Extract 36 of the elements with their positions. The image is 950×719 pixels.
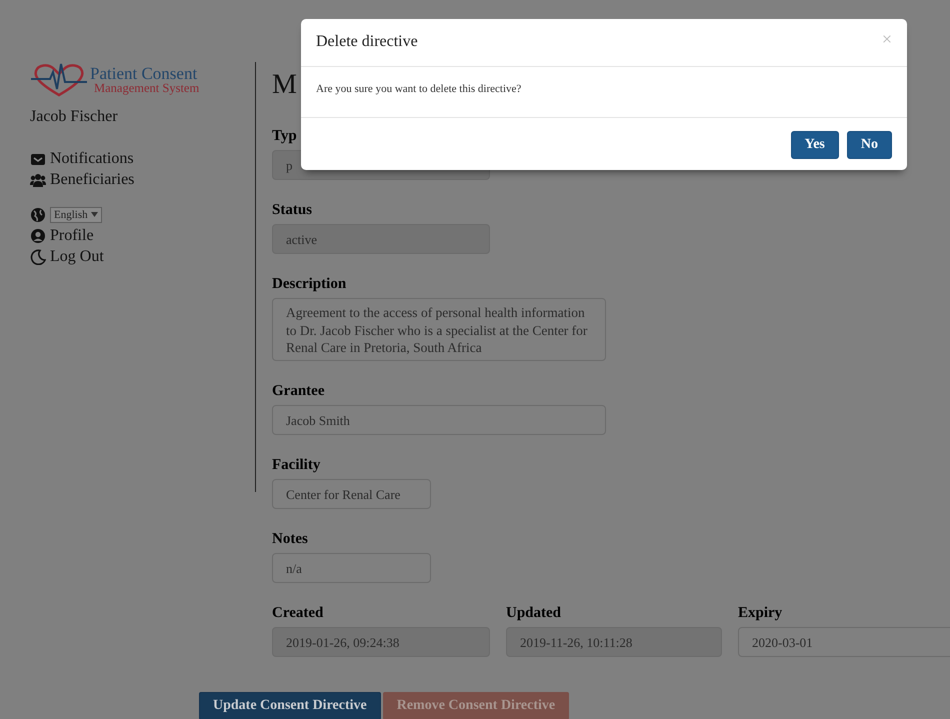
input-field[interactable]: n/a [272,553,431,583]
input-field[interactable]: 2020-03-01 [738,627,950,657]
field-label: Status [272,201,312,219]
nav-link[interactable]: Profile [50,226,94,244]
action-button[interactable]: Remove Consent Directive [382,692,570,719]
dialog-button[interactable]: Yes [790,131,839,159]
caret-icon [90,212,98,217]
heart-pulse-icon [30,62,88,98]
moon-icon [30,248,46,264]
dialog-button[interactable]: No [846,131,892,159]
field-label: Updated [506,604,562,622]
people-icon [30,172,46,188]
field-label: Notes [272,530,308,548]
language-select[interactable]: English [50,206,102,222]
nav-link[interactable]: Notifications [50,150,134,168]
field-label: Description [272,275,346,293]
user-circle-icon [30,228,46,244]
dialog-title: Delete directive [316,33,418,52]
close-button[interactable]: × [882,29,892,49]
input-field[interactable]: Jacob Smith [272,405,606,435]
nav-link[interactable]: Log Out [50,248,104,266]
text-area[interactable]: Agreement to the access of personal health information to Dr. Jacob Fischer who is a specialist at the Center for Renal Care in Pretoria, South Africa [272,298,606,361]
user-name: Jacob Fischer [30,108,119,126]
nav-link[interactable]: Beneficiaries [50,170,134,188]
app-title: Patient Consent [90,65,198,82]
action-button[interactable]: Update Consent Directive [199,692,381,719]
field-label: Typ [272,127,297,145]
page-heading: M [272,68,297,102]
field-label: Expiry [738,604,782,622]
field-label: Facility [272,456,320,474]
app-subtitle: Management System [93,82,200,95]
dialog-message: Are you sure you want to delete this directive? [316,82,522,96]
input-field[interactable]: Center for Renal Care [272,479,431,509]
field-label: Created [272,604,324,622]
field-label: Grantee [272,382,324,400]
globe-icon [30,206,46,222]
